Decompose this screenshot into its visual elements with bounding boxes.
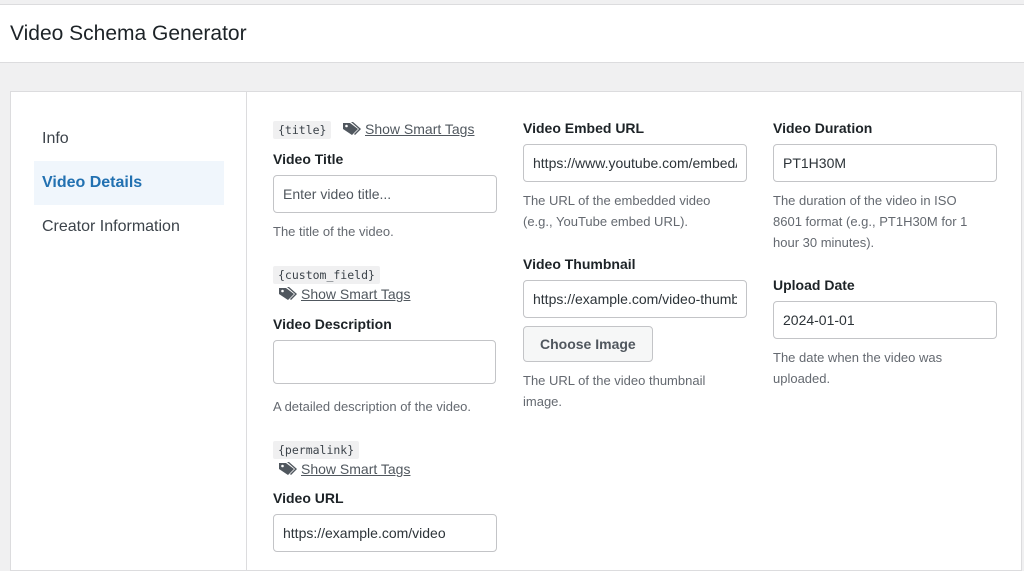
video-title-input[interactable] [273, 175, 497, 213]
help-line: uploaded. [773, 371, 831, 386]
video-duration-label: Video Duration [773, 120, 873, 136]
sidebar-item-info[interactable]: Info [34, 117, 224, 161]
smart-tag-custom-field: {custom_field} [273, 266, 380, 284]
video-duration-help: The duration of the video in ISO 8601 fo… [773, 190, 967, 253]
smart-tag-permalink: {permalink} [273, 441, 360, 459]
video-thumbnail-label: Video Thumbnail [523, 256, 636, 272]
video-url-input[interactable] [273, 514, 497, 552]
show-smart-tags-label: Show Smart Tags [365, 121, 475, 137]
video-description-help: A detailed description of the video. [273, 399, 472, 414]
video-title-label: Video Title [273, 151, 344, 167]
video-embed-url-label: Video Embed URL [523, 120, 645, 136]
help-line: The duration of the video in ISO [773, 193, 957, 208]
video-thumbnail-input[interactable] [523, 280, 747, 318]
page-title: Video Schema Generator [10, 22, 247, 45]
video-thumbnail-help: The URL of the video thumbnail image. [523, 370, 705, 412]
help-line: The date when the video was [773, 350, 943, 365]
help-line: image. [523, 394, 563, 409]
video-description-textarea[interactable] [273, 340, 496, 384]
tag-icon [343, 122, 361, 135]
show-smart-tags-link[interactable]: Show Smart Tags [278, 460, 410, 478]
show-smart-tags-label: Show Smart Tags [301, 461, 411, 477]
help-line: 8601 format (e.g., PT1H30M for 1 [773, 214, 968, 229]
upload-date-help: The date when the video was uploaded. [773, 347, 942, 389]
video-title-help: The title of the video. [273, 224, 394, 239]
sidebar-item-label: Creator Information [42, 218, 180, 235]
video-description-label: Video Description [273, 316, 392, 332]
tag-icon [279, 462, 297, 475]
upload-date-label: Upload Date [773, 277, 855, 293]
settings-panel: Info Video Details Creator Information {… [10, 91, 1022, 571]
video-embed-url-help: The URL of the embedded video (e.g., You… [523, 190, 710, 232]
video-duration-input[interactable] [773, 144, 997, 182]
sidebar-item-creator-information[interactable]: Creator Information [34, 205, 224, 249]
help-line: The URL of the video thumbnail [523, 373, 706, 388]
show-smart-tags-link[interactable]: Show Smart Tags [342, 120, 474, 138]
video-url-label: Video URL [273, 490, 344, 506]
help-line: The URL of the embedded video [523, 193, 711, 208]
choose-image-button[interactable]: Choose Image [523, 326, 653, 362]
upload-date-input[interactable] [773, 301, 997, 339]
sidebar-item-label: Video Details [42, 174, 143, 191]
sidebar-item-video-details[interactable]: Video Details [34, 161, 224, 205]
show-smart-tags-link[interactable]: Show Smart Tags [278, 285, 410, 303]
show-smart-tags-label: Show Smart Tags [301, 286, 411, 302]
sidebar: Info Video Details Creator Information [11, 92, 247, 570]
page-header: Video Schema Generator [0, 4, 1024, 63]
help-line: hour 30 minutes). [773, 235, 875, 250]
smart-tag-title: {title} [273, 121, 332, 139]
video-embed-url-input[interactable] [523, 144, 747, 182]
sidebar-item-label: Info [42, 130, 69, 147]
tag-icon [279, 287, 297, 300]
help-line: (e.g., YouTube embed URL). [523, 214, 689, 229]
